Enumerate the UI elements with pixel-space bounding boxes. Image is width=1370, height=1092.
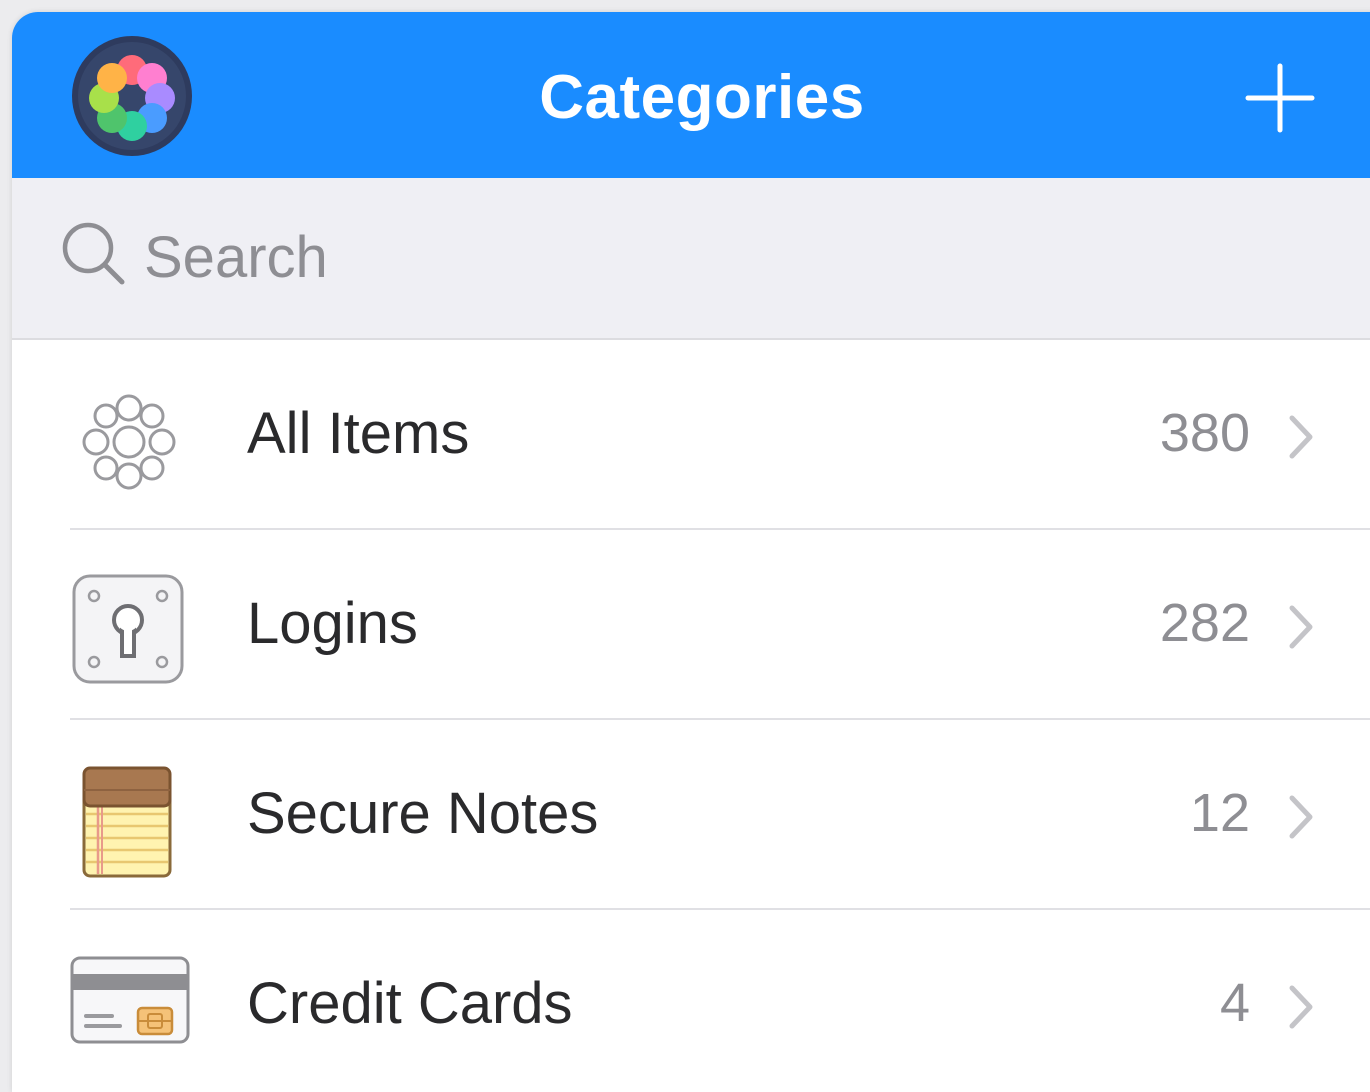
list-item-label: Credit Cards [247, 971, 573, 1036]
search-bar [12, 178, 1370, 340]
list-item-credit-cards[interactable]: Credit Cards 4 [12, 910, 1370, 1092]
item-count: 12 [1189, 783, 1250, 843]
notepad-icon [82, 766, 172, 878]
categories-panel: Categories Search All Items 380 Logins 2… [12, 12, 1370, 1092]
all-items-icon [82, 394, 176, 490]
plus-icon[interactable] [1244, 62, 1316, 134]
list-item-logins[interactable]: Logins 282 [12, 530, 1370, 720]
list-item-all-items[interactable]: All Items 380 [12, 340, 1370, 530]
navigation-bar: Categories [12, 12, 1370, 178]
keyhole-icon [72, 574, 184, 684]
list-item-label: Secure Notes [247, 781, 599, 846]
search-input[interactable] [144, 212, 1294, 302]
item-count: 380 [1159, 403, 1250, 463]
list-item-secure-notes[interactable]: Secure Notes 12 [12, 720, 1370, 910]
list-item-label: Logins [247, 591, 418, 656]
search-icon [62, 222, 125, 285]
page-title: Categories [539, 63, 865, 132]
item-count: 282 [1159, 593, 1250, 653]
credit-card-icon [70, 956, 190, 1044]
item-count: 4 [1219, 973, 1250, 1033]
chevron-right-icon [1289, 415, 1313, 459]
chevron-right-icon [1289, 985, 1313, 1029]
chevron-right-icon [1289, 795, 1313, 839]
category-list: All Items 380 Logins 282 Secure Notes 12… [12, 340, 1370, 1092]
list-item-label: All Items [247, 401, 470, 466]
chevron-right-icon [1289, 605, 1313, 649]
